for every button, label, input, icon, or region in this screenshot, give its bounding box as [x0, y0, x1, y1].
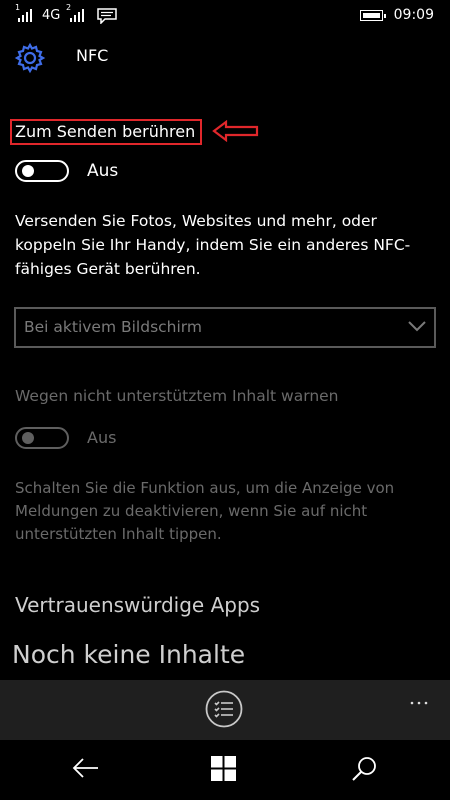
signal-icon	[70, 8, 86, 22]
checklist-icon[interactable]	[205, 690, 243, 728]
tap-to-send-label: Zum Senden berühren	[15, 122, 196, 141]
chevron-down-icon	[408, 321, 426, 332]
status-bar: 1 4G 2 09:09	[0, 0, 450, 32]
tap-to-send-toggle[interactable]	[15, 160, 69, 182]
windows-icon[interactable]	[211, 756, 236, 781]
clock: 09:09	[393, 7, 434, 23]
toggle-knob	[22, 432, 34, 444]
back-icon[interactable]	[72, 756, 100, 780]
network-type: 4G	[42, 8, 61, 23]
tap-to-send-toggle-state: Aus	[87, 161, 119, 181]
arrow-left-icon	[212, 120, 259, 142]
more-icon[interactable]	[409, 695, 429, 705]
dropdown-selected-value: Bei aktivem Bildschirm	[24, 318, 203, 336]
signal-icon	[18, 8, 34, 22]
page-title: NFC	[76, 46, 109, 65]
unsupported-content-description: Schalten Sie die Funktion aus, um die An…	[15, 479, 395, 543]
unsupported-content-toggle-state: Aus	[87, 428, 117, 447]
gear-icon	[14, 42, 46, 74]
toggle-knob	[22, 165, 34, 177]
unsupported-content-label: Wegen nicht unterstütztem Inhalt warnen	[15, 387, 339, 405]
search-icon[interactable]	[350, 755, 378, 783]
unsupported-content-toggle[interactable]	[15, 427, 69, 449]
battery-icon	[360, 10, 386, 21]
message-icon	[97, 8, 117, 24]
screen-state-dropdown[interactable]: Bei aktivem Bildschirm	[14, 307, 436, 348]
trusted-apps-empty-text: Noch keine Inhalte	[12, 640, 246, 669]
tap-to-send-description: Versenden Sie Fotos, Websites und mehr, …	[15, 212, 411, 278]
trusted-apps-heading: Vertrauenswürdige Apps	[15, 593, 261, 617]
